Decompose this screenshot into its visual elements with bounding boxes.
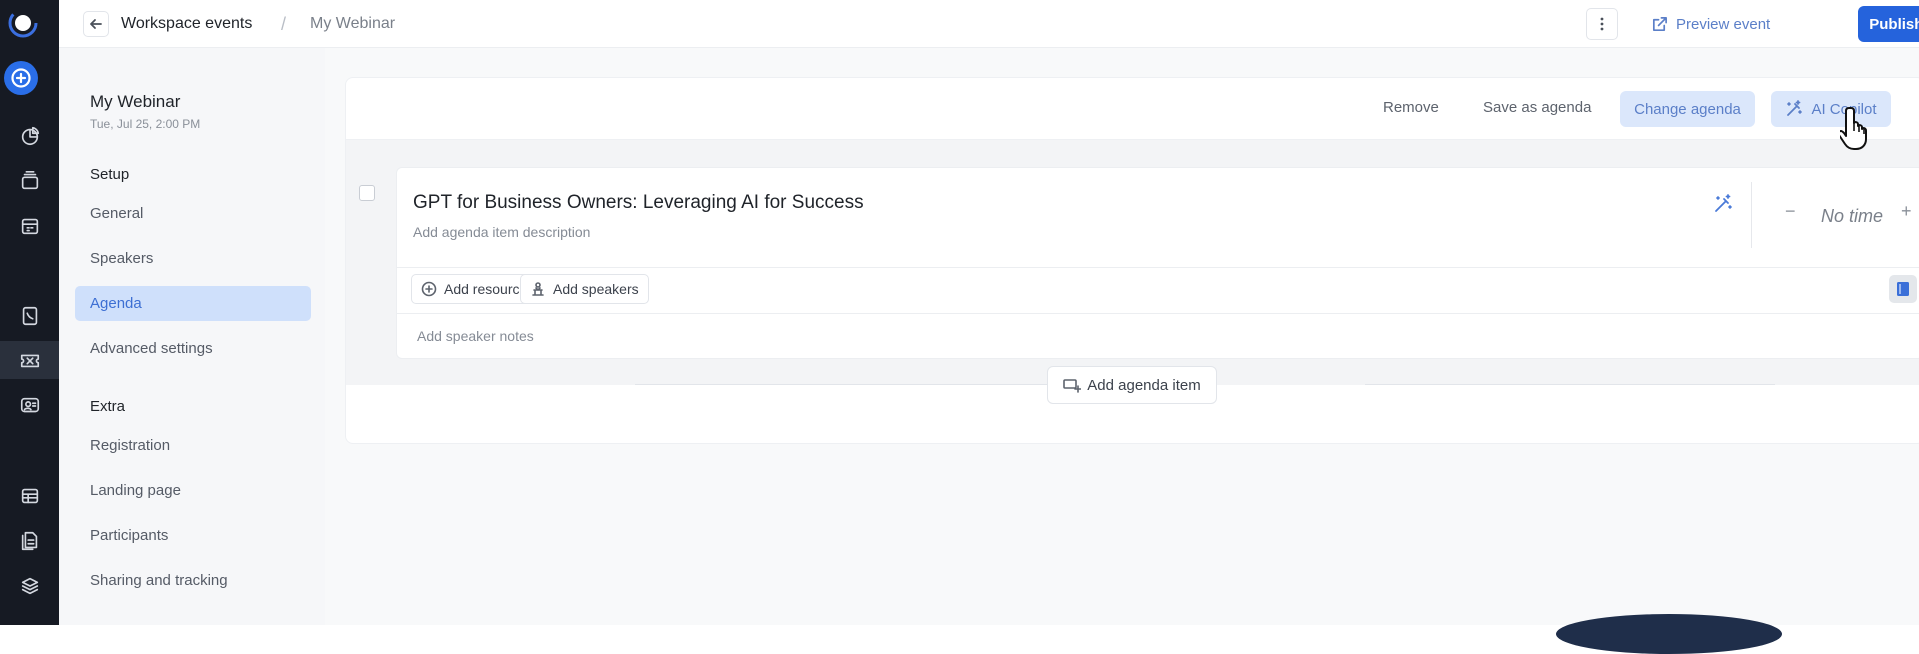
event-settings-sidebar: My Webinar Tue, Jul 25, 2:00 PM Setup Ge…	[59, 48, 325, 625]
ticket-icon[interactable]	[0, 341, 59, 379]
sidebar-item-speakers[interactable]: Speakers	[75, 241, 311, 276]
sidebar-item-advanced-settings[interactable]: Advanced settings	[75, 331, 311, 366]
phone-book-icon[interactable]	[0, 297, 59, 335]
analytics-icon[interactable]	[0, 117, 59, 155]
add-speakers-label: Add speakers	[553, 281, 639, 297]
sidebar-item-agenda[interactable]: Agenda	[75, 286, 311, 321]
add-resource-label: Add resource	[444, 281, 528, 297]
add-agenda-item-label: Add agenda item	[1087, 376, 1201, 394]
add-resource-button[interactable]: Add resource	[411, 274, 538, 304]
add-row-icon	[1063, 379, 1082, 393]
change-agenda-button[interactable]: Change agenda	[1620, 91, 1755, 127]
agenda-item-description[interactable]: Add agenda item description	[413, 224, 590, 240]
plus-circle-icon	[421, 281, 437, 297]
logo-icon[interactable]	[6, 6, 40, 40]
agenda-item-checkbox[interactable]	[359, 185, 375, 201]
sidebar-item-general[interactable]: General	[75, 196, 311, 231]
time-value[interactable]: No time	[1821, 206, 1883, 227]
presenter-icon[interactable]	[0, 387, 59, 425]
event-title: My Webinar	[90, 92, 181, 111]
sidebar-item-registration[interactable]: Registration	[75, 428, 311, 463]
table-icon[interactable]	[0, 477, 59, 515]
speaker-icon	[532, 282, 544, 296]
event-date: Tue, Jul 25, 2:00 PM	[90, 117, 201, 131]
extra-heading: Extra	[90, 398, 126, 415]
add-agenda-item-button[interactable]: Add agenda item	[1047, 366, 1217, 404]
preview-event-button[interactable]: Preview event	[1651, 8, 1770, 40]
preview-event-label: Preview event	[1676, 15, 1771, 33]
create-icon[interactable]	[4, 61, 38, 95]
add-speakers-button[interactable]: Add speakers	[520, 274, 649, 304]
time-increase-button[interactable]: +	[1901, 201, 1912, 222]
publish-event-button[interactable]: Publish event	[1858, 6, 1919, 42]
breadcrumb-current: My Webinar	[310, 15, 396, 32]
agenda-toolbar: Remove Save as agenda Change agenda AI C…	[346, 78, 1919, 140]
sidebar-item-sharing-and-tracking[interactable]: Sharing and tracking	[75, 563, 311, 598]
agenda-main: Remove Save as agenda Change agenda AI C…	[325, 48, 1919, 625]
agenda-item-card: GPT for Business Owners: Leveraging AI f…	[396, 167, 1919, 359]
breadcrumb-separator: /	[281, 14, 287, 34]
time-divider	[1751, 182, 1752, 248]
breadcrumb-parent[interactable]: Workspace events	[121, 15, 252, 33]
arrow-left-icon	[90, 19, 102, 29]
more-options-button[interactable]	[1586, 8, 1618, 40]
save-as-agenda-button[interactable]: Save as agenda	[1483, 99, 1591, 116]
document-icon[interactable]	[0, 522, 59, 560]
kebab-icon	[1600, 17, 1604, 31]
layers-icon[interactable]	[0, 162, 59, 200]
sidebar-item-participants[interactable]: Participants	[75, 518, 311, 553]
sidebar-item-landing-page[interactable]: Landing page	[75, 473, 311, 508]
ai-magic-wand-icon[interactable]	[1713, 194, 1733, 214]
hand-cursor-icon	[1840, 107, 1867, 150]
agenda-item-title[interactable]: GPT for Business Owners: Leveraging AI f…	[413, 192, 864, 214]
divider-line	[1365, 384, 1775, 385]
magic-wand-icon	[1787, 100, 1803, 116]
card-divider	[397, 313, 1919, 314]
notes-book-icon[interactable]	[1889, 275, 1917, 303]
back-button[interactable]	[83, 11, 109, 37]
calendar-icon[interactable]	[0, 207, 59, 245]
external-link-icon	[1652, 16, 1667, 31]
speaker-notes-field[interactable]: Add speaker notes	[417, 328, 534, 344]
app-rail	[0, 0, 59, 625]
remove-button[interactable]: Remove	[1383, 99, 1439, 116]
setup-heading: Setup	[90, 166, 130, 183]
time-decrease-button[interactable]: −	[1785, 201, 1796, 222]
decorative-shape	[1556, 614, 1782, 654]
stack-icon[interactable]	[0, 567, 59, 605]
top-bar: Workspace events / My Webinar Preview ev…	[59, 0, 1919, 48]
card-divider	[397, 267, 1919, 268]
